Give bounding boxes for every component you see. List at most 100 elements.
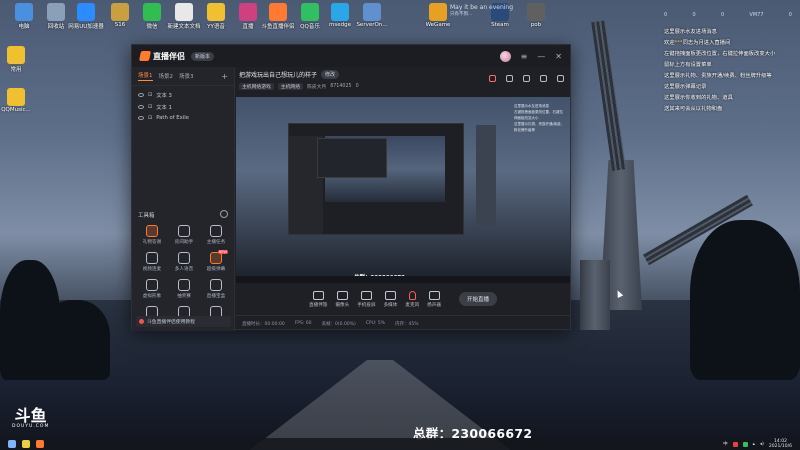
chat-message: 这里展示水友进场消息 <box>664 28 792 36</box>
live-chat-panel[interactable]: 0 0 0 VM77 0 这里展示水友进场消息 欢迎***同志为月进入直播间 左键拖拽面板更… <box>664 12 792 116</box>
record-icon[interactable] <box>489 75 496 82</box>
announcement-bar[interactable]: 斗鱼直播伴侣使用教程 <box>136 316 231 327</box>
room-tag[interactable]: 主机网络游戏 <box>239 83 274 90</box>
source-item[interactable]: ⊡ 文本 3 <box>132 89 234 101</box>
lock-icon[interactable] <box>506 75 513 82</box>
tool-item[interactable]: 超级弹幕 NEW <box>200 250 232 272</box>
lock-icon[interactable]: ⊡ <box>148 104 152 110</box>
tool-item[interactable]: 主播任务 <box>200 225 232 245</box>
network-icon[interactable]: ▴ <box>753 442 755 447</box>
scene-sidebar: 场景1 场景2 场景3 + ⊡ 文本 3 ⊡ 文本 1 ⊡ Path of Exile 工具箱 … <box>132 67 235 331</box>
toolbox-settings-icon[interactable] <box>220 210 228 218</box>
control-button[interactable]: 多媒体 <box>384 290 397 308</box>
desktop-icon-label: 微信 <box>146 24 158 30</box>
room-tags: 主机网络游戏 主机网络 陈皮大月 8714025 0 <box>236 81 570 92</box>
streaming-app-window[interactable]: 直播伴侣 新版本 ≡ — ✕ 场景1 场景2 场景3 + ⊡ 文本 3 ⊡ 文本 1 ⊡ Pat… <box>131 44 571 331</box>
room-title: 把游戏玩出自己想玩儿的样子 <box>239 71 318 79</box>
chat-message: 送其来可会从以礼物和盘 <box>664 105 792 113</box>
source-item[interactable]: ⊡ 文本 1 <box>132 101 234 113</box>
control-button[interactable]: 扬声器 <box>427 290 441 308</box>
chat-message: 鼠标上方有设置菜单 <box>664 61 792 69</box>
wallpaper-windmill <box>580 260 610 330</box>
volume-icon[interactable]: ◂) <box>760 442 764 447</box>
stream-preview[interactable]: 这里展示水友进场消息 左键拖拽面板更改位置，右键拉伸面板改变大小 这里展示礼物、… <box>236 97 570 283</box>
app-titlebar[interactable]: 直播伴侣 新版本 ≡ — ✕ <box>132 45 570 67</box>
control-icon <box>384 290 396 300</box>
settings-icon[interactable] <box>540 75 547 82</box>
desktop-icon[interactable]: 常用 <box>0 46 38 73</box>
room-action-icons <box>489 75 564 82</box>
status-item: 丢帧：0(0.00%) <box>321 321 356 327</box>
chat-message: 这里展示礼物、贵族开通/续费、粉丝牌升级等 <box>664 72 792 80</box>
tool-label: 视频连麦 <box>142 267 162 272</box>
tool-label: 超级弹幕 <box>206 267 226 272</box>
tool-icon <box>178 225 190 237</box>
desktop-icon-label: ServerOn... <box>356 22 388 28</box>
room-tag[interactable]: 主机网络 <box>277 83 303 90</box>
tool-item[interactable]: 多人语音 <box>168 252 200 272</box>
close-icon[interactable]: ✕ <box>555 52 562 61</box>
app-icon <box>331 3 349 21</box>
taskbar-app-icon[interactable] <box>36 440 44 448</box>
control-button[interactable]: 麦克风 <box>405 290 419 308</box>
start-icon[interactable] <box>8 440 16 448</box>
tool-item[interactable]: 礼物答谢 <box>136 225 168 245</box>
chat-message-text: 鼠标上方有设置菜单 <box>664 62 712 68</box>
wallpaper-tree <box>40 300 110 380</box>
tool-item[interactable]: 虚拟形象 <box>136 279 168 299</box>
speaker-icon <box>139 319 144 324</box>
tool-label: 房间助手 <box>174 240 194 245</box>
desktop-icon-label: YY语音 <box>207 24 225 30</box>
source-label: 文本 3 <box>156 93 172 99</box>
scene-tab[interactable]: 场景1 <box>138 71 153 81</box>
app-logo-icon <box>138 51 152 61</box>
tool-item[interactable]: 视频连麦 <box>136 252 168 272</box>
scene-tab[interactable]: 场景3 <box>179 72 194 80</box>
visibility-eye-icon[interactable] <box>138 105 144 109</box>
visibility-eye-icon[interactable] <box>138 93 144 97</box>
tool-label: 抽奖赛 <box>177 294 191 299</box>
desktop-icon[interactable]: QQMusic... <box>0 88 38 113</box>
visibility-eye-icon[interactable] <box>138 116 144 120</box>
tool-item[interactable]: 抽奖赛 <box>168 279 200 299</box>
control-button[interactable]: 直播伴旅 <box>309 290 327 308</box>
clock[interactable]: 14:02 2021/10/6 <box>769 439 792 449</box>
desktop-icon[interactable]: ServerOn... <box>350 3 394 28</box>
menu-icon[interactable]: ≡ <box>521 52 528 61</box>
edit-title-button[interactable]: 修改 <box>321 69 340 79</box>
gift-icon[interactable] <box>523 75 530 82</box>
minimize-icon[interactable]: — <box>537 52 545 61</box>
desktop-overlay-text: May it be an evening 只有不到... <box>450 4 513 17</box>
control-button[interactable]: 手机投屏 <box>357 290 376 308</box>
add-scene-button[interactable]: + <box>221 72 228 81</box>
control-button[interactable]: 摄像头 <box>335 290 349 308</box>
tray-icon[interactable] <box>742 441 748 447</box>
tool-icon <box>178 279 190 291</box>
start-live-button[interactable]: 开始直播 <box>458 292 497 306</box>
taskbar-app-icon[interactable] <box>22 440 30 448</box>
new-badge: NEW <box>217 250 228 254</box>
tool-icon <box>146 279 158 291</box>
app-icon <box>239 3 257 21</box>
preview-chat-line: 左键拖拽面板更改位置，右键拉伸面板改变大小 <box>514 110 563 120</box>
overlay-title: May it be an evening <box>450 4 514 11</box>
tray-icon[interactable] <box>732 441 738 447</box>
ime-indicator[interactable]: 中 <box>723 441 728 447</box>
app-icon <box>175 3 193 21</box>
version-pill[interactable]: 新版本 <box>191 51 215 61</box>
window-controls: ≡ — ✕ <box>499 50 562 62</box>
scene-tab[interactable]: 场景2 <box>159 72 174 80</box>
room-tag: 0 <box>355 84 359 89</box>
tool-item[interactable]: 直播宝盒 <box>200 279 232 299</box>
chat-message: 左键拖拽面板更改位置，右键拉伸面板改变大小 <box>664 50 792 58</box>
lock-icon[interactable]: ⊡ <box>148 92 152 98</box>
share-icon[interactable] <box>557 75 564 82</box>
tool-item[interactable]: 房间助手 <box>168 225 200 245</box>
lock-icon[interactable]: ⊡ <box>148 115 152 121</box>
status-item: 内存：45% <box>394 321 419 327</box>
preview-windmill <box>476 125 496 225</box>
source-item[interactable]: ⊡ Path of Exile <box>132 113 234 123</box>
user-avatar[interactable] <box>499 50 511 62</box>
chat-username: *** <box>674 40 683 46</box>
desktop-icon[interactable]: pob <box>514 3 558 28</box>
